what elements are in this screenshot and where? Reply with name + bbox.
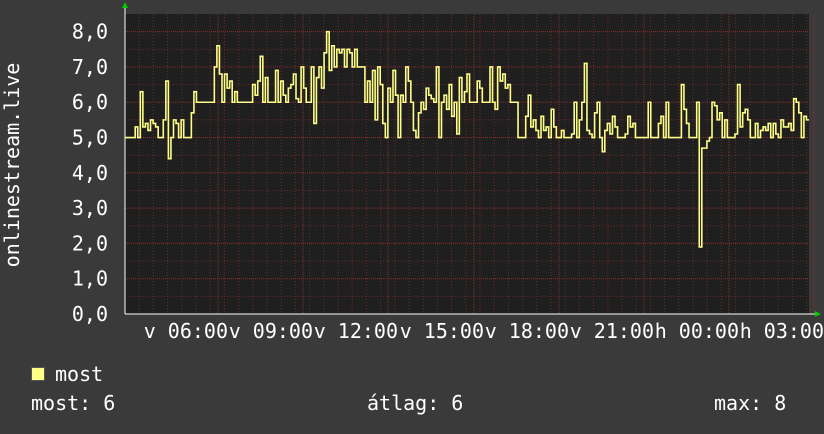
y-tick-label: 2,0 [72, 231, 108, 255]
y-tick-label: 6,0 [72, 90, 108, 114]
x-tick-label: v 21:00 [570, 319, 654, 343]
y-tick-label: 0,0 [72, 302, 108, 326]
x-tick-label: h 03:00 [740, 319, 824, 343]
y-tick-label: 7,0 [72, 55, 108, 79]
legend: most [31, 362, 103, 386]
x-tick-label: h 00:00 [655, 319, 739, 343]
y-tick-label: 8,0 [72, 20, 108, 44]
x-tick-label: v 06:00 [144, 319, 228, 343]
x-tick-label: v 09:00 [229, 319, 313, 343]
x-tick-label: v 12:00 [314, 319, 398, 343]
y-tick-label: 3,0 [72, 196, 108, 220]
y-axis-arrow [122, 2, 128, 8]
x-tick-label: v 15:00 [400, 319, 484, 343]
legend-label: most [55, 362, 104, 386]
x-tick-label: v 18:00 [485, 319, 569, 343]
chart-svg: 0,0 1,0 2,0 3,0 4,0 5,0 6,0 7,0 8,0 v 06:00 v 09:0… [0, 2, 824, 343]
plot-area [125, 14, 809, 314]
y-tick-label: 5,0 [72, 126, 108, 150]
y-tick-label: 1,0 [72, 267, 108, 291]
chart: 0,0 1,0 2,0 3,0 4,0 5,0 6,0 7,0 8,0 v 06:00 v 09:0… [0, 0, 824, 430]
y-axis-title: onlinestream.live [0, 63, 24, 268]
legend-swatch [31, 367, 45, 381]
y-tick-label: 4,0 [72, 161, 108, 185]
stat-current: most: 6 [31, 391, 116, 415]
x-axis-arrow [815, 311, 821, 317]
stat-max: max: 8 [714, 391, 787, 415]
stat-average: átlag: 6 [367, 391, 464, 415]
